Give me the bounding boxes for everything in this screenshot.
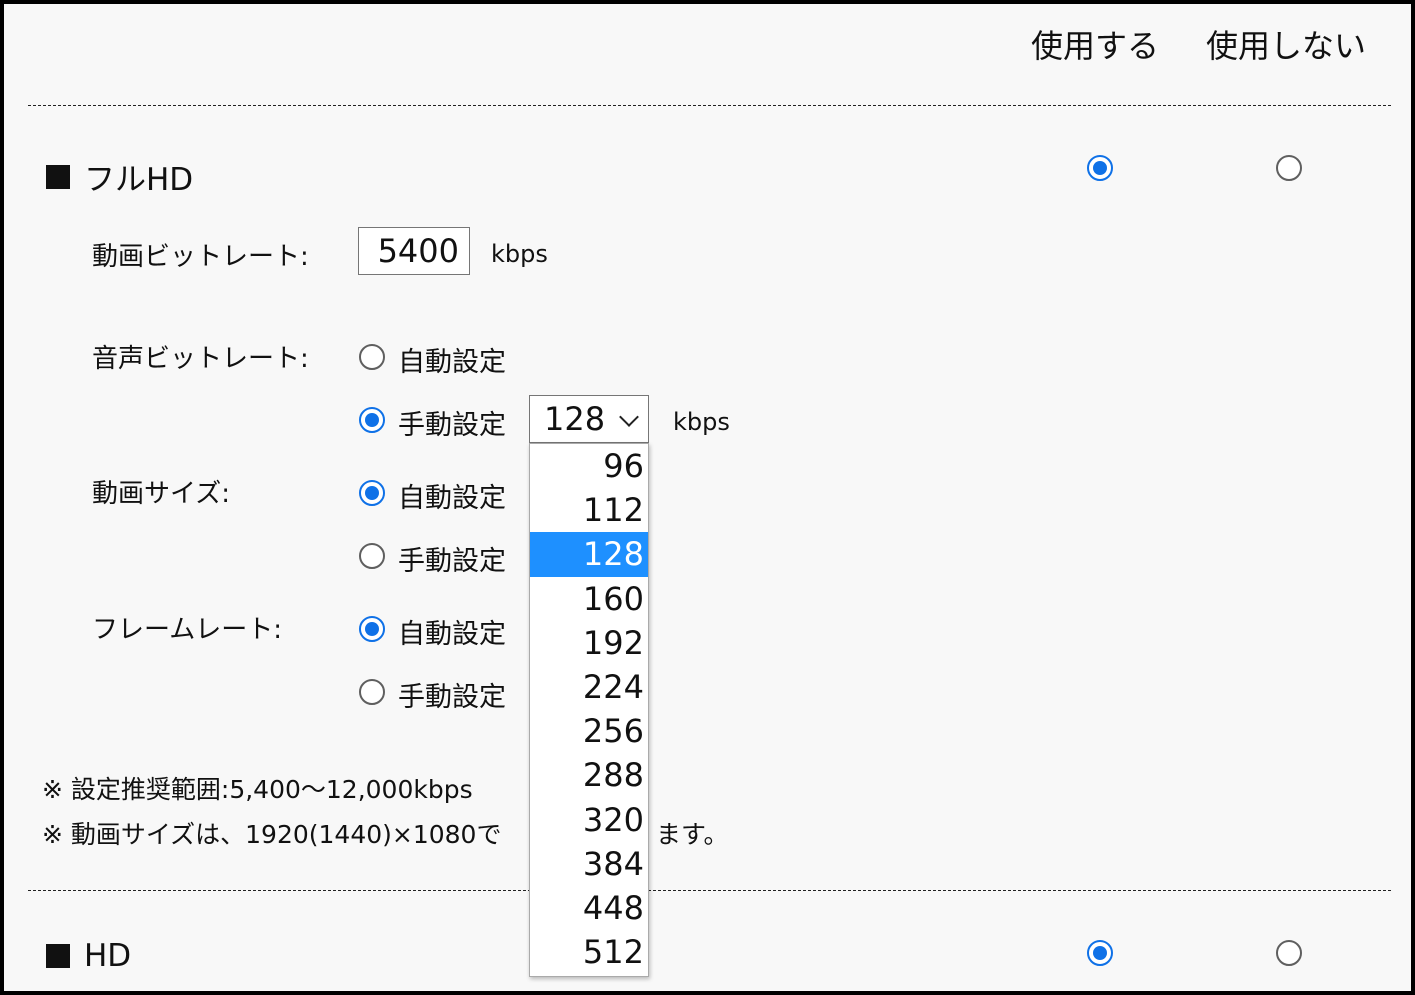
frame-rate-auto-label: 自動設定 — [398, 619, 506, 650]
chevron-down-icon — [619, 407, 639, 427]
audio-manual-radio[interactable] — [359, 407, 385, 433]
square-bullet-icon — [46, 164, 70, 189]
dropdown-option[interactable]: 192 — [530, 621, 648, 665]
square-bullet-icon — [46, 944, 70, 968]
frame-rate-label: フレームレート: — [92, 615, 282, 645]
video-size-auto-radio[interactable] — [359, 480, 385, 506]
section-title-fullhd: フルHD — [46, 154, 193, 199]
audio-auto-radio[interactable] — [359, 344, 385, 370]
audio-manual-label: 手動設定 — [398, 410, 506, 441]
dropdown-option[interactable]: 512 — [530, 930, 648, 974]
dropdown-option[interactable]: 288 — [530, 753, 648, 797]
video-bitrate-input[interactable]: 5400 — [358, 227, 470, 275]
video-size-auto-label: 自動設定 — [398, 483, 506, 514]
dropdown-option[interactable]: 320 — [530, 798, 648, 842]
frame-rate-manual-label: 手動設定 — [398, 682, 506, 713]
fullhd-not-use-radio[interactable] — [1276, 155, 1302, 181]
video-bitrate-unit: kbps — [491, 240, 548, 268]
section-title-text: HD — [84, 938, 132, 974]
audio-bitrate-label: 音声ビットレート: — [92, 344, 309, 374]
dropdown-option[interactable]: 448 — [530, 886, 648, 930]
frame-rate-auto-radio[interactable] — [359, 616, 385, 642]
audio-bitrate-select-value: 128 — [544, 400, 606, 438]
hd-not-use-radio[interactable] — [1276, 940, 1302, 966]
divider — [28, 890, 1391, 891]
dropdown-option[interactable]: 160 — [530, 577, 648, 621]
note-video-size: ※ 動画サイズは、1920(1440)×1080で — [42, 815, 501, 851]
note-video-size-end: ます。 — [656, 820, 729, 849]
hd-use-radio[interactable] — [1087, 940, 1113, 966]
dropdown-option[interactable]: 96 — [530, 444, 648, 488]
section-title-text: フルHD — [84, 162, 194, 198]
video-size-label: 動画サイズ: — [92, 479, 230, 509]
video-bitrate-label: 動画ビットレート: — [92, 242, 309, 272]
dropdown-option[interactable]: 384 — [530, 842, 648, 886]
audio-auto-label: 自動設定 — [398, 347, 506, 378]
dropdown-option[interactable]: 224 — [530, 665, 648, 709]
audio-bitrate-select[interactable]: 128 — [529, 395, 649, 443]
section-title-hd: HD — [46, 938, 131, 974]
dropdown-option[interactable]: 112 — [530, 488, 648, 532]
note-recommended-range: ※ 設定推奨範囲:5,400〜12,000kbps — [42, 775, 473, 804]
video-size-manual-label: 手動設定 — [398, 546, 506, 577]
note-video-size-start: ※ 動画サイズは、1920(1440)×1080で — [42, 820, 502, 849]
dropdown-option-selected[interactable]: 128 — [530, 532, 648, 577]
frame-rate-manual-radio[interactable] — [359, 679, 385, 705]
fullhd-use-radio[interactable] — [1087, 155, 1113, 181]
video-size-manual-radio[interactable] — [359, 543, 385, 569]
divider — [28, 105, 1391, 106]
not-use-column-header: 使用しない — [1206, 27, 1367, 65]
dropdown-option[interactable]: 256 — [530, 709, 648, 753]
use-column-header: 使用する — [1031, 27, 1160, 65]
audio-bitrate-unit: kbps — [673, 408, 730, 436]
audio-bitrate-dropdown-list[interactable]: 96 112 128 160 192 224 256 288 320 384 4… — [529, 443, 649, 977]
